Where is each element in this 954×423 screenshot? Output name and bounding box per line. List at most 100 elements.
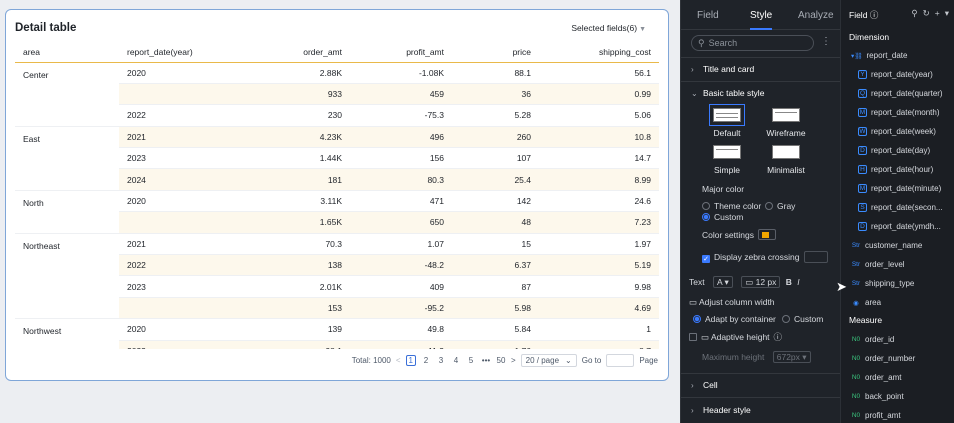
radio-label: Custom — [714, 212, 744, 222]
section-basic-table-style[interactable]: ⌄ Basic table style — [691, 88, 764, 98]
column-header-order-amt[interactable]: order_amt — [249, 43, 350, 63]
section-header-style[interactable]: › Header style — [691, 405, 751, 415]
style-label: Default — [713, 128, 741, 138]
font-size-select[interactable]: ▭ 12 px — [741, 276, 781, 288]
add-icon[interactable]: + — [935, 8, 940, 19]
radio-gray[interactable]: Gray — [765, 201, 795, 211]
order-amt-cell: 3.11K — [249, 190, 350, 213]
adjust-column-width-label: ▭ Adjust column width — [689, 297, 775, 308]
detail-table-card[interactable]: Detail table Selected fields(6) ▼ area re… — [5, 9, 669, 381]
radio-custom-width[interactable]: Custom — [782, 314, 823, 324]
next-page-icon[interactable]: > — [511, 356, 516, 365]
table-row[interactable]: Center 2020 2.88K -1.08K 88.1 56.1 — [15, 62, 659, 127]
dimension-field-item[interactable]: Sreport_date(secon... — [858, 203, 954, 212]
table-row[interactable]: East 2021 4.23K 496 260 10.8 — [15, 126, 659, 191]
caret-down-icon[interactable]: ▾ — [945, 8, 949, 19]
dimension-field-item[interactable]: Hreport_date(hour) — [858, 165, 954, 174]
zebra-checkbox[interactable]: ✓ Display zebra crossing — [702, 251, 828, 263]
dimension-field-item[interactable]: Str customer_name — [851, 241, 954, 250]
numeric-type-icon: N0 — [851, 374, 861, 381]
profit-amt-cell: 80.3 — [350, 168, 452, 191]
dimension-field-item[interactable]: Mreport_date(month) — [858, 108, 954, 117]
page-5[interactable]: 5 — [466, 356, 476, 365]
table-row[interactable]: Northwest 2020 139 49.8 5.84 1 — [15, 318, 659, 349]
column-header-price[interactable]: price — [452, 43, 539, 63]
chevron-down-icon: ⌄ — [565, 356, 572, 365]
radio-theme-color[interactable]: Theme color — [702, 201, 761, 211]
refresh-icon[interactable]: ↻ — [923, 8, 930, 19]
tab-field[interactable]: Field — [697, 10, 719, 21]
table-row[interactable]: Northeast 2021 70.3 1.07 15 1.97 — [15, 233, 659, 320]
page-2[interactable]: 2 — [421, 356, 431, 365]
more-options-icon[interactable]: ⋮ — [821, 36, 831, 47]
column-header-area[interactable]: area — [15, 43, 119, 63]
table-style-simple[interactable]: Simple — [702, 145, 752, 175]
tab-analyze[interactable]: Analyze — [798, 10, 834, 21]
measure-field-item[interactable]: N0 back_point — [851, 392, 954, 401]
section-cell[interactable]: › Cell — [691, 380, 718, 390]
goto-label: Go to — [581, 356, 602, 365]
info-icon[interactable]: ⓘ — [870, 10, 879, 20]
dimension-field-item[interactable]: ▾⛓ report_date — [851, 51, 954, 60]
bold-toggle[interactable]: B — [786, 277, 792, 287]
dimension-field-item[interactable]: Qreport_date(quarter) — [858, 89, 954, 98]
page-3[interactable]: 3 — [436, 356, 446, 365]
field-type-icon: W — [858, 127, 867, 136]
profit-amt-cell: -95.2 — [350, 297, 452, 320]
column-header-report-date-year[interactable]: report_date(year) — [119, 43, 249, 63]
default-style-thumbnail — [709, 104, 745, 126]
measure-field-item[interactable]: N0 order_id — [851, 335, 954, 344]
maximum-height-select[interactable]: 672px ▾ — [772, 351, 811, 363]
dimension-field-item[interactable]: Str shipping_type — [851, 279, 954, 288]
dimension-field-item[interactable]: ◉ area — [851, 298, 954, 307]
prev-page-icon[interactable]: < — [396, 356, 401, 365]
field-label: report_date(week) — [871, 127, 936, 136]
dimension-field-item[interactable]: Str order_level — [851, 260, 954, 269]
measure-field-item[interactable]: N0 profit_amt — [851, 411, 954, 420]
color-settings-picker[interactable] — [757, 229, 776, 240]
profit-amt-cell: 459 — [350, 83, 452, 106]
price-cell: 88.1 — [452, 62, 539, 84]
table-style-default[interactable]: Default — [702, 104, 752, 138]
goto-page-input[interactable] — [606, 354, 635, 367]
canvas: Detail table Selected fields(6) ▼ area re… — [0, 0, 680, 423]
selected-fields-dropdown[interactable]: Selected fields(6) ▼ — [571, 23, 646, 33]
checkbox-checked: ✓ — [702, 255, 710, 263]
search-input[interactable]: ⚲ Search — [691, 35, 814, 51]
chevron-right-icon: › — [691, 64, 694, 74]
adaptive-height-checkbox[interactable]: ▭ Adaptive height ⓘ — [689, 331, 782, 343]
table-viewport[interactable]: area report_date(year) order_amt profit_… — [15, 43, 659, 349]
measure-field-item[interactable]: N0 order_number — [851, 354, 954, 363]
radio-custom[interactable]: Custom — [702, 212, 743, 222]
measure-field-item[interactable]: N0 order_amt — [851, 373, 954, 382]
area-cell: Northwest — [15, 318, 119, 349]
info-icon[interactable]: ⓘ — [774, 332, 783, 342]
zebra-color-picker[interactable] — [803, 251, 828, 263]
table-row[interactable]: North 2020 3.11K 471 142 24.6 — [15, 190, 659, 234]
profit-amt-cell: 1.07 — [350, 233, 452, 256]
dimension-field-item[interactable]: Dreport_date(day) — [858, 146, 954, 155]
dimension-field-item[interactable]: Wreport_date(week) — [858, 127, 954, 136]
page-last[interactable]: 50 — [496, 356, 506, 365]
page-4[interactable]: 4 — [451, 356, 461, 365]
page-size-select[interactable]: 20 / page ⌄ — [520, 354, 577, 367]
table-style-wireframe[interactable]: Wireframe — [761, 108, 811, 138]
dimension-field-item[interactable]: Dreport_date(ymdh... — [858, 222, 954, 231]
radio-adapt-by-container[interactable]: Adapt by container — [693, 314, 776, 324]
more-pages-ellipsis[interactable]: ••• — [481, 356, 491, 365]
dimension-field-item[interactable]: Yreport_date(year) — [858, 70, 954, 79]
table-style-minimalist[interactable]: Minimalist — [761, 145, 811, 175]
section-title-and-card[interactable]: › Title and card — [691, 64, 754, 74]
year-cell — [119, 297, 249, 320]
column-header-profit-amt[interactable]: profit_amt — [350, 43, 452, 63]
radio-circle — [702, 202, 710, 210]
price-cell: 5.84 — [452, 318, 539, 341]
tab-style[interactable]: Style — [750, 10, 772, 21]
column-header-shipping-cost[interactable]: shipping_cost — [539, 43, 659, 63]
search-icon[interactable]: ⚲ — [911, 8, 917, 19]
dimension-field-item[interactable]: Mreport_date(minute) — [858, 184, 954, 193]
page-1[interactable]: 1 — [405, 355, 416, 366]
shipping-cost-cell: 1.97 — [539, 233, 659, 256]
italic-toggle[interactable]: I — [797, 277, 799, 287]
font-color-picker[interactable]: A ▾ — [712, 276, 733, 288]
